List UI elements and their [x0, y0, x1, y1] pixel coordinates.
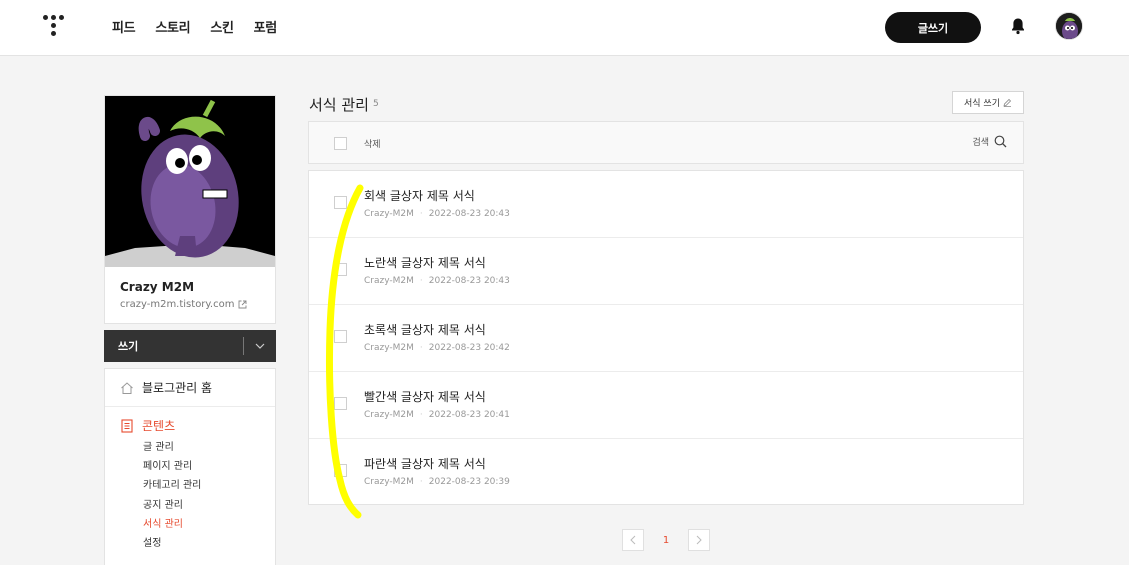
menu-contents-title[interactable]: 콘텐츠 [120, 417, 275, 434]
write-post-button[interactable]: 글쓰기 [885, 12, 981, 43]
chevron-left-icon [630, 535, 636, 545]
external-link-icon [239, 300, 247, 309]
template-meta: Crazy-M2M · 2022-08-23 20:41 [364, 410, 510, 420]
menu-item-posts[interactable]: 글 관리 [143, 438, 275, 457]
bell-icon[interactable] [1010, 17, 1026, 35]
search-label: 검색 [972, 138, 989, 148]
row-checkbox[interactable] [334, 397, 347, 410]
template-title[interactable]: 노란색 글상자 제목 서식 [364, 254, 486, 271]
template-date: 2022-08-23 20:39 [428, 477, 510, 487]
user-avatar[interactable] [1055, 12, 1083, 40]
write-dropdown-toggle[interactable] [244, 343, 276, 349]
nav-story[interactable]: 스토리 [155, 17, 190, 36]
list-item[interactable]: 회색 글상자 제목 서식 Crazy-M2M · 2022-08-23 20:4… [309, 171, 1023, 238]
home-icon [121, 381, 133, 394]
admin-menu: 블로그관리 홈 콘텐츠 글 관리 페이지 관리 카테고리 관리 공지 관리 서식… [104, 368, 276, 565]
row-checkbox[interactable] [334, 330, 347, 343]
menu-item-settings[interactable]: 설정 [143, 534, 275, 553]
menu-item-categories[interactable]: 카테고리 관리 [143, 476, 275, 495]
separator-dot: · [419, 343, 423, 353]
blog-url-text[interactable]: crazy-m2m.tistory.com [120, 299, 234, 310]
list-item[interactable]: 파란색 글상자 제목 서식 Crazy-M2M · 2022-08-23 20:… [309, 439, 1023, 506]
write-menu-bar: 쓰기 [104, 330, 276, 362]
template-meta: Crazy-M2M · 2022-08-23 20:43 [364, 276, 510, 286]
new-template-label: 서식 쓰기 [964, 99, 1000, 109]
chevron-right-icon [696, 535, 702, 545]
separator-dot: · [419, 209, 423, 219]
template-title[interactable]: 회색 글상자 제목 서식 [364, 187, 475, 204]
row-checkbox[interactable] [334, 263, 347, 276]
write-menu-button[interactable]: 쓰기 [118, 338, 243, 354]
new-template-button[interactable]: 서식 쓰기 [952, 91, 1024, 114]
template-date: 2022-08-23 20:41 [428, 410, 510, 420]
page-title: 서식 관리 [309, 96, 369, 114]
list-toolbar: 삭제 검색 [308, 121, 1024, 164]
template-date: 2022-08-23 20:43 [428, 209, 510, 219]
prev-page-button[interactable] [622, 529, 644, 551]
template-date: 2022-08-23 20:43 [428, 276, 510, 286]
nav-skin[interactable]: 스킨 [210, 17, 234, 36]
page-number-current[interactable]: 1 [644, 535, 688, 546]
template-title[interactable]: 파란색 글상자 제목 서식 [364, 455, 486, 472]
pencil-icon [1003, 98, 1012, 107]
blog-url[interactable]: crazy-m2m.tistory.com [120, 299, 247, 310]
template-author: Crazy-M2M [364, 410, 414, 420]
template-meta: Crazy-M2M · 2022-08-23 20:39 [364, 477, 510, 487]
template-author: Crazy-M2M [364, 209, 414, 219]
template-title[interactable]: 빨간색 글상자 제목 서식 [364, 388, 486, 405]
select-all-checkbox[interactable] [334, 137, 347, 150]
global-nav: 피드 스토리 스킨 포럼 [112, 17, 297, 36]
blog-name: Crazy M2M [120, 280, 195, 294]
nav-forum[interactable]: 포럼 [254, 17, 278, 36]
separator-dot: · [419, 276, 423, 286]
template-date: 2022-08-23 20:42 [428, 343, 510, 353]
separator-dot: · [419, 477, 423, 487]
template-count: 5 [373, 99, 379, 109]
menu-home-label: 블로그관리 홈 [142, 381, 213, 395]
menu-contents-section: 콘텐츠 글 관리 페이지 관리 카테고리 관리 공지 관리 서식 관리 설정 [105, 407, 275, 553]
nav-feed[interactable]: 피드 [112, 17, 136, 36]
list-item[interactable]: 빨간색 글상자 제목 서식 Crazy-M2M · 2022-08-23 20:… [309, 372, 1023, 439]
search-icon [994, 135, 1007, 148]
document-icon [121, 418, 133, 433]
list-item[interactable]: 초록색 글상자 제목 서식 Crazy-M2M · 2022-08-23 20:… [309, 305, 1023, 372]
top-header: 피드 스토리 스킨 포럼 글쓰기 [0, 0, 1129, 56]
chevron-down-icon [255, 343, 265, 349]
row-checkbox[interactable] [334, 196, 347, 209]
menu-blog-home[interactable]: 블로그관리 홈 [105, 369, 275, 407]
profile-image[interactable] [105, 96, 275, 267]
template-title[interactable]: 초록색 글상자 제목 서식 [364, 321, 486, 338]
template-author: Crazy-M2M [364, 343, 414, 353]
menu-item-pages[interactable]: 페이지 관리 [143, 457, 275, 476]
search-button[interactable]: 검색 [972, 135, 1007, 148]
menu-item-notices[interactable]: 공지 관리 [143, 496, 275, 515]
template-meta: Crazy-M2M · 2022-08-23 20:43 [364, 209, 510, 219]
template-meta: Crazy-M2M · 2022-08-23 20:42 [364, 343, 510, 353]
separator-dot: · [419, 410, 423, 420]
template-author: Crazy-M2M [364, 276, 414, 286]
row-checkbox[interactable] [334, 464, 347, 477]
tistory-logo[interactable] [43, 15, 65, 37]
template-list: 회색 글상자 제목 서식 Crazy-M2M · 2022-08-23 20:4… [308, 170, 1024, 505]
menu-item-templates[interactable]: 서식 관리 [143, 515, 275, 534]
profile-card: Crazy M2M crazy-m2m.tistory.com [104, 95, 276, 324]
delete-button[interactable]: 삭제 [364, 137, 381, 150]
menu-contents-label: 콘텐츠 [142, 419, 176, 433]
list-item[interactable]: 노란색 글상자 제목 서식 Crazy-M2M · 2022-08-23 20:… [309, 238, 1023, 305]
next-page-button[interactable] [688, 529, 710, 551]
pagination: 1 [622, 529, 710, 551]
template-author: Crazy-M2M [364, 477, 414, 487]
